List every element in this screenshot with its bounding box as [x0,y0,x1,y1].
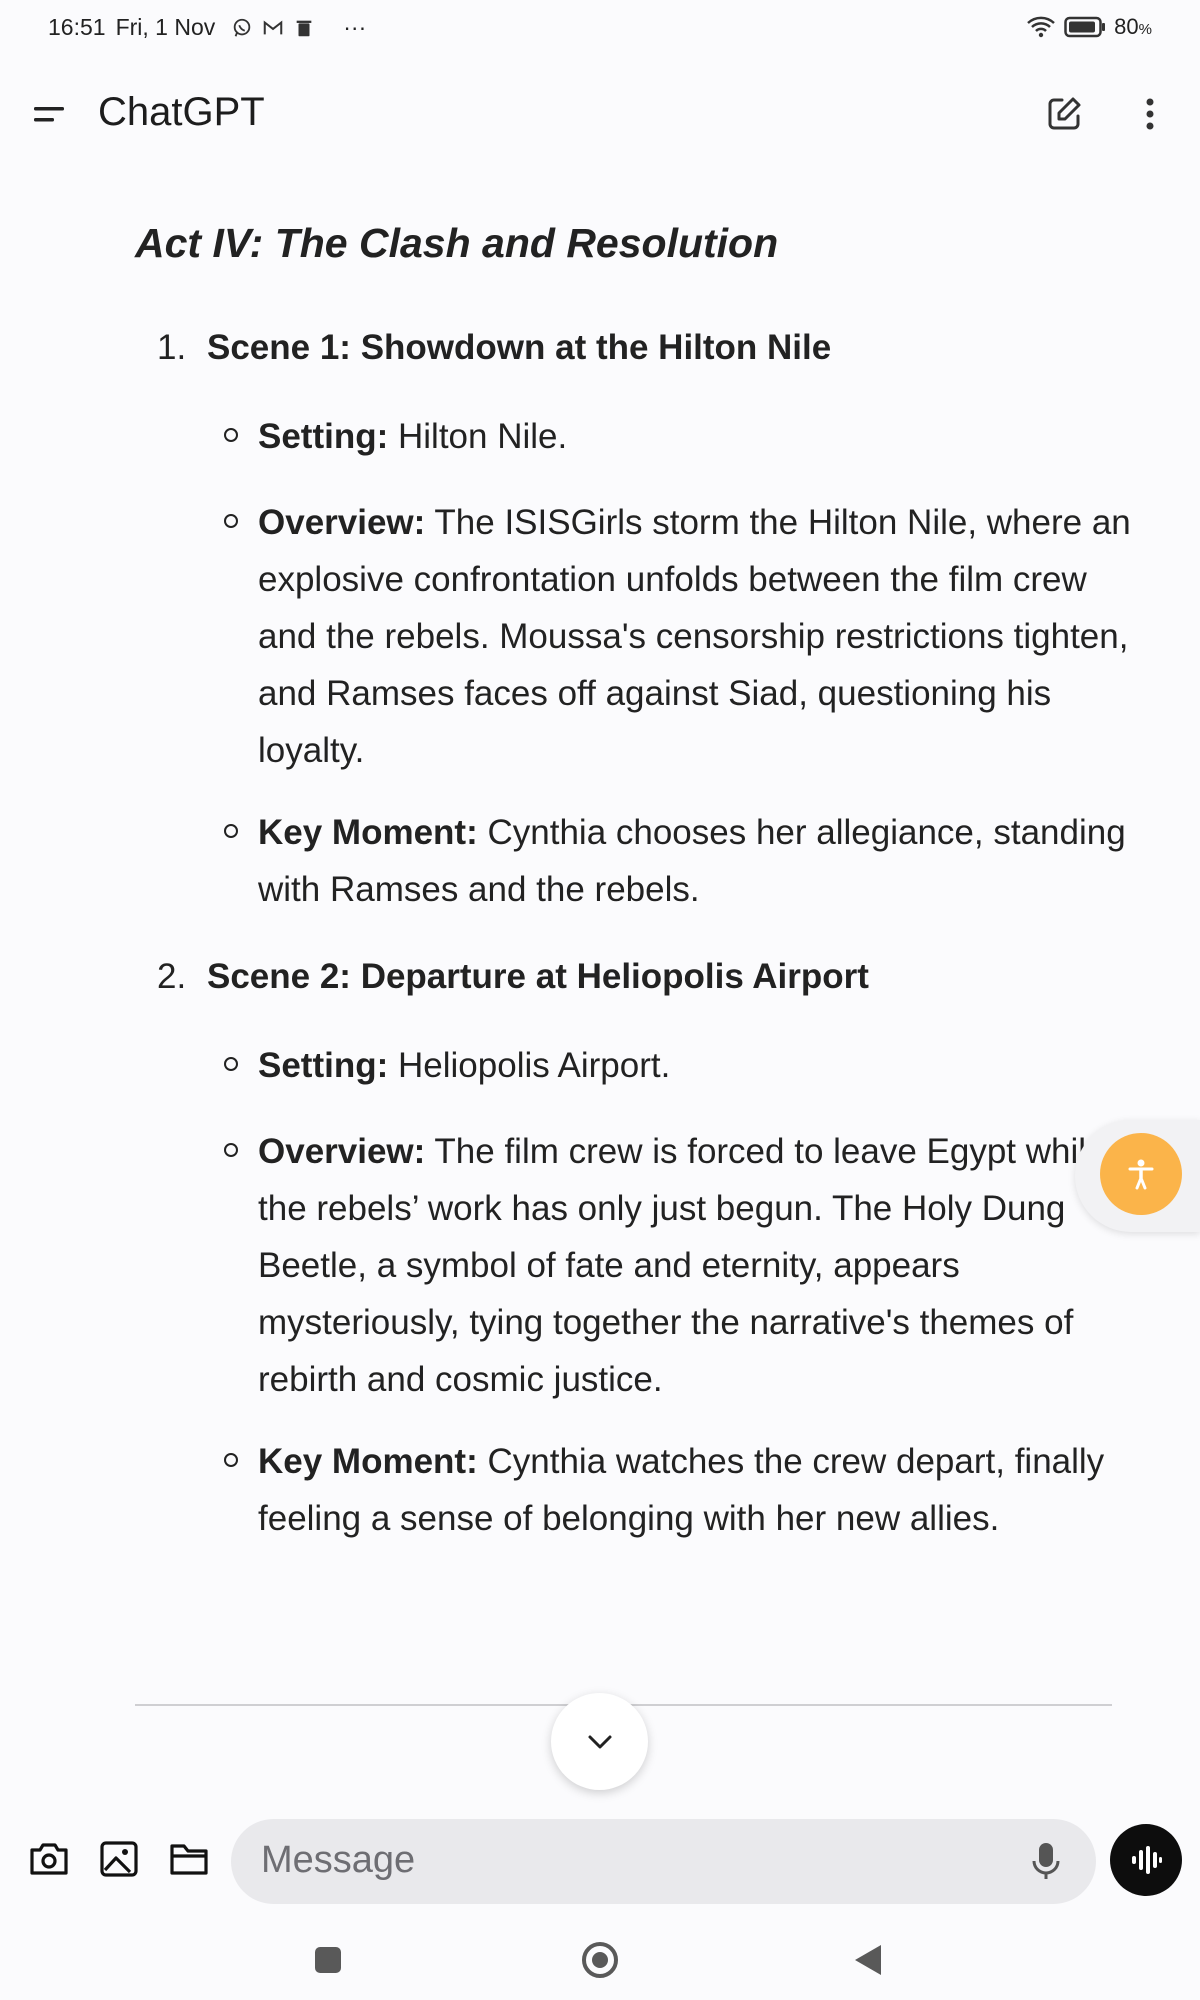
bullet-text: Heliopolis Airport. [398,1046,671,1085]
bullet-icon [224,514,238,528]
bullet-label: Setting: [258,1046,389,1085]
recents-icon[interactable] [315,1947,341,1973]
menu-icon[interactable] [30,94,70,134]
accessibility-icon [1128,1159,1154,1190]
bullet-icon [224,1453,238,1467]
whatsapp-icon [234,18,251,37]
scene-title: Scene 1: Showdown at the Hilton Nile [207,328,832,367]
trash-icon [296,20,312,36]
image-icon[interactable] [97,1837,141,1881]
scene-heading: 2. Scene 2: Departure at Heliopolis Airpo… [157,957,869,997]
accessibility-button[interactable] [1100,1133,1182,1215]
status-bar: 16:51 Fri, 1 Nov ··· 80% [0,0,1200,60]
bullet-text: Hilton Nile. [398,417,568,456]
bullet-label: Key Moment: [258,813,478,852]
voice-mode-button[interactable] [1110,1824,1182,1896]
gmail-icon [263,19,283,34]
system-nav-bar [0,1925,1200,2000]
scene-title: Scene 2: Departure at Heliopolis Airport [207,957,869,996]
bullet-icon [224,428,238,442]
message-input[interactable]: Message [231,1819,1096,1904]
bullet-label: Key Moment: [258,1442,478,1481]
status-more-icon: ··· [343,14,367,40]
folder-icon[interactable] [167,1837,211,1881]
scene-heading: 1. Scene 1: Showdown at the Hilton Nile [157,328,831,368]
battery-icon [1064,16,1106,38]
status-date: Fri, 1 Nov [115,14,216,40]
app-title: ChatGPT [98,90,265,134]
app-bar: ChatGPT [0,70,1200,160]
voice-waveform-icon [1132,1846,1162,1874]
bullet-icon [224,824,238,838]
chevron-down-icon [588,1735,611,1748]
bullet-text: The ISISGirls storm the Hilton Nile, whe… [258,503,1131,770]
battery-unit: % [1138,21,1152,38]
scroll-down-button[interactable] [551,1693,648,1790]
new-chat-icon[interactable] [1044,94,1084,134]
scene-number: 1. [157,328,187,367]
message-placeholder: Message [261,1839,416,1881]
wifi-icon [1027,16,1056,38]
act-title: Act IV: The Clash and Resolution [135,220,779,266]
camera-icon[interactable] [27,1837,71,1881]
status-time: 16:51 [48,14,106,40]
scene-number: 2. [157,957,187,996]
bullet-label: Overview: [258,503,426,542]
bullet-text: The film crew is forced to leave Egypt w… [258,1132,1106,1399]
composer: Message [0,1815,1200,1905]
more-options-icon[interactable] [1130,94,1170,134]
microphone-icon[interactable] [1026,1839,1066,1883]
bullet-label: Overview: [258,1132,426,1171]
bullet-icon [224,1057,238,1071]
bullet-icon [224,1143,238,1157]
battery-level: 80 [1114,14,1139,39]
bullet-label: Setting: [258,417,389,456]
home-icon[interactable] [582,1942,618,1978]
back-icon[interactable] [855,1945,881,1975]
